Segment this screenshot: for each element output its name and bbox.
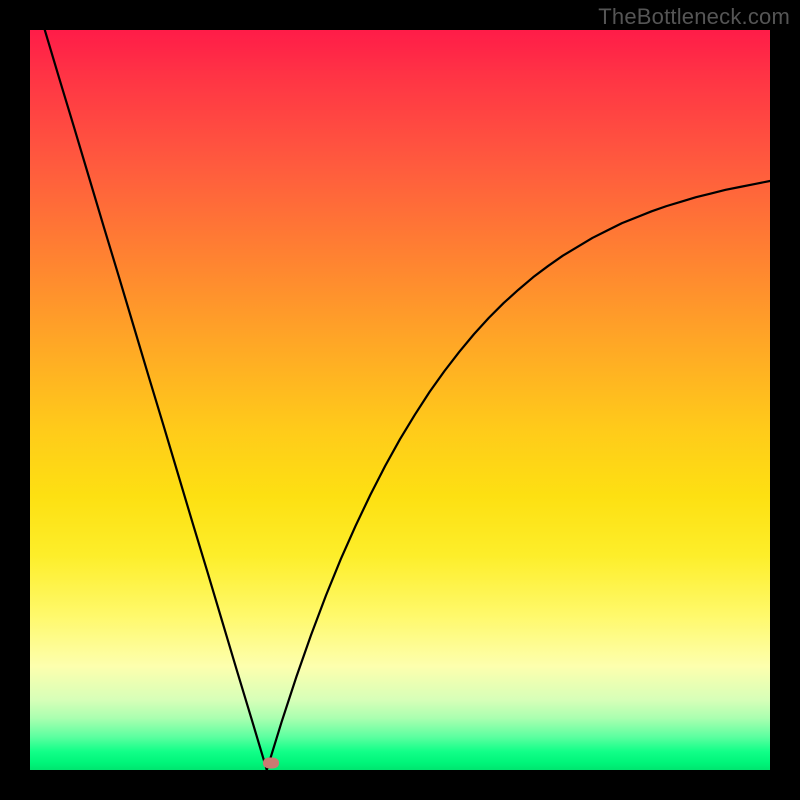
bottleneck-curve [30, 30, 770, 770]
watermark-text: TheBottleneck.com [598, 4, 790, 30]
chart-frame: TheBottleneck.com [0, 0, 800, 800]
optimal-marker [263, 757, 279, 768]
plot-area [30, 30, 770, 770]
